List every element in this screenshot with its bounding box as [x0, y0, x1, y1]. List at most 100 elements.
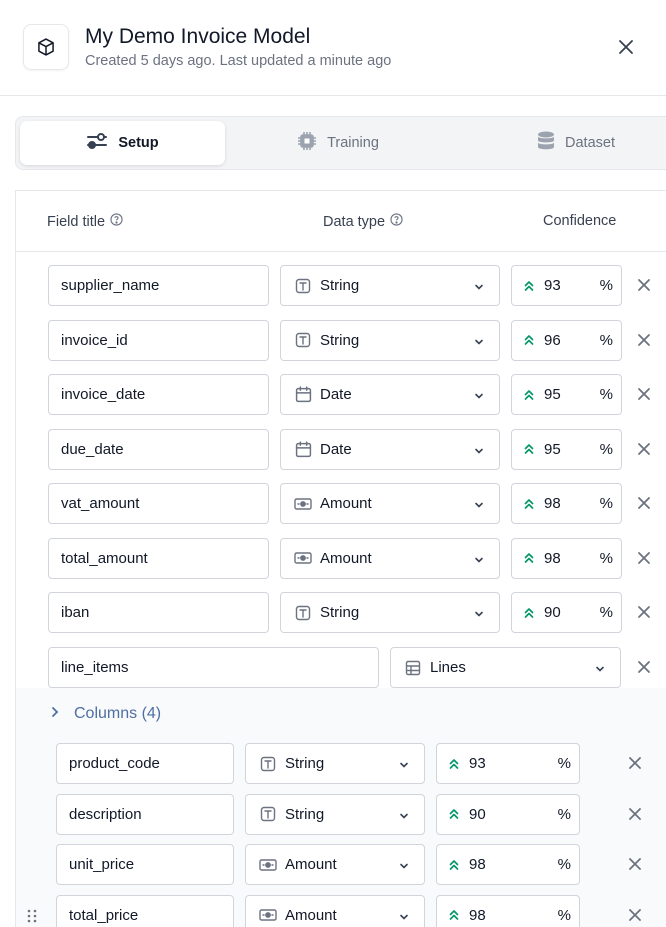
- data-type-value: String: [320, 604, 360, 621]
- remove-field-icon[interactable]: [634, 330, 654, 350]
- data-type-select[interactable]: Lines: [390, 647, 621, 688]
- confidence-input[interactable]: 98 %: [436, 894, 580, 927]
- cube-icon: [23, 24, 69, 70]
- confidence-input[interactable]: 95 %: [511, 428, 622, 470]
- field-name-input[interactable]: iban: [48, 592, 269, 633]
- data-type-select[interactable]: Amount: [245, 894, 425, 927]
- remove-field-icon[interactable]: [634, 275, 654, 295]
- data-type-select[interactable]: Amount: [280, 483, 500, 524]
- percent-sign: %: [557, 906, 571, 924]
- help-icon[interactable]: [390, 213, 403, 230]
- chevron-down-icon: [473, 498, 485, 515]
- header-label: Confidence: [543, 213, 617, 229]
- chevron-down-icon: [473, 444, 485, 461]
- columns-toggle[interactable]: Columns (4): [50, 705, 161, 723]
- confidence-value: 95: [544, 386, 561, 403]
- percent-sign: %: [599, 604, 613, 621]
- data-type-select[interactable]: String: [245, 793, 425, 835]
- remove-field-icon[interactable]: [625, 804, 645, 824]
- confidence-input[interactable]: 93 %: [436, 743, 580, 784]
- remove-field-icon[interactable]: [634, 493, 654, 513]
- header-label: Field title: [47, 213, 106, 230]
- tab-bar: Setup Training Dataset: [15, 116, 666, 170]
- data-type-value: String: [320, 277, 360, 294]
- chevron-down-icon: [398, 809, 410, 826]
- chevrons-up-icon: [449, 758, 459, 770]
- field-name-input[interactable]: unit_price: [56, 844, 234, 885]
- field-name-input[interactable]: total_amount: [48, 537, 269, 579]
- data-type-select[interactable]: String: [280, 265, 500, 306]
- field-name-value: line_items: [61, 659, 129, 676]
- percent-sign: %: [599, 331, 613, 349]
- chevrons-up-icon: [524, 498, 534, 510]
- remove-field-icon[interactable]: [634, 548, 654, 568]
- tab-setup[interactable]: Setup: [20, 121, 225, 165]
- confidence-input[interactable]: 98 %: [436, 844, 580, 885]
- tab-training[interactable]: Training: [248, 121, 428, 165]
- field-name-value: total_price: [69, 906, 139, 924]
- chip-icon: [297, 131, 317, 155]
- close-icon[interactable]: [612, 33, 640, 61]
- data-type-value: Date: [320, 386, 352, 403]
- data-type-value: String: [320, 331, 360, 349]
- remove-field-icon[interactable]: [625, 854, 645, 874]
- field-name-input[interactable]: total_price: [56, 894, 234, 927]
- confidence-input[interactable]: 98 %: [511, 537, 622, 579]
- confidence-value: 90: [469, 805, 486, 823]
- chevrons-up-icon: [524, 334, 534, 346]
- header-label: Data type: [323, 213, 386, 230]
- data-type-select[interactable]: Amount: [245, 844, 425, 885]
- confidence-input[interactable]: 96 %: [511, 319, 622, 361]
- drag-handle-icon[interactable]: [26, 908, 38, 924]
- remove-field-icon[interactable]: [634, 439, 654, 459]
- field-name-input[interactable]: product_code: [56, 743, 234, 784]
- confidence-value: 98: [469, 906, 486, 924]
- field-name-value: total_amount: [61, 549, 148, 567]
- confidence-input[interactable]: 90 %: [436, 793, 580, 835]
- data-type-select[interactable]: Date: [280, 428, 500, 470]
- fields-table: Field title Data type Confidence supplie…: [15, 190, 666, 927]
- text-type-icon: [259, 755, 277, 773]
- field-name-input[interactable]: invoice_date: [48, 374, 269, 415]
- tab-dataset[interactable]: Dataset: [461, 121, 666, 165]
- field-name-input[interactable]: vat_amount: [48, 483, 269, 524]
- confidence-input[interactable]: 98 %: [511, 483, 622, 524]
- data-type-select[interactable]: Date: [280, 374, 500, 415]
- remove-field-icon[interactable]: [625, 753, 645, 773]
- text-type-icon: [294, 277, 312, 295]
- chevrons-up-icon: [524, 607, 534, 619]
- tab-label: Setup: [118, 135, 159, 151]
- confidence-input[interactable]: 90 %: [511, 592, 622, 633]
- confidence-input[interactable]: 93 %: [511, 265, 622, 306]
- remove-field-icon[interactable]: [634, 602, 654, 622]
- data-type-select[interactable]: String: [280, 592, 500, 633]
- chevrons-up-icon: [524, 389, 534, 401]
- field-name-value: due_date: [61, 440, 124, 458]
- data-type-select[interactable]: Amount: [280, 537, 500, 579]
- banknote-icon: [259, 856, 277, 874]
- tab-label: Dataset: [565, 135, 615, 151]
- field-name-value: product_code: [69, 755, 160, 772]
- table-icon: [404, 659, 422, 677]
- field-name-input[interactable]: description: [56, 793, 234, 835]
- data-type-header: Data type: [323, 213, 403, 230]
- data-type-value: Amount: [320, 495, 372, 512]
- chevron-down-icon: [473, 553, 485, 570]
- data-type-select[interactable]: String: [280, 319, 500, 361]
- chevrons-up-icon: [524, 280, 534, 292]
- field-name-input[interactable]: supplier_name: [48, 265, 269, 306]
- remove-field-icon[interactable]: [634, 384, 654, 404]
- field-name-input[interactable]: invoice_id: [48, 319, 269, 361]
- remove-field-icon[interactable]: [634, 657, 654, 677]
- data-type-value: String: [285, 755, 325, 772]
- confidence-value: 93: [469, 755, 486, 772]
- data-type-select[interactable]: String: [245, 743, 425, 784]
- help-icon[interactable]: [110, 213, 123, 230]
- banknote-icon: [294, 495, 312, 513]
- remove-field-icon[interactable]: [625, 905, 645, 925]
- confidence-input[interactable]: 95 %: [511, 374, 622, 415]
- field-name-input[interactable]: due_date: [48, 428, 269, 470]
- banknote-icon: [259, 906, 277, 924]
- field-name-input[interactable]: line_items: [48, 647, 379, 688]
- chevrons-up-icon: [449, 859, 459, 871]
